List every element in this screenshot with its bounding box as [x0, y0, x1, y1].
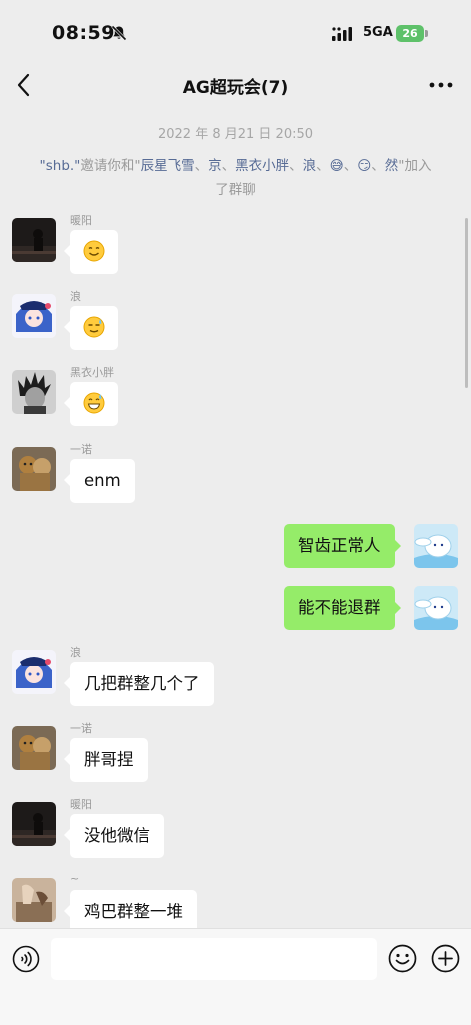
battery-level: 26	[396, 25, 424, 42]
invitee-name[interactable]: 浪	[303, 158, 317, 174]
avatar[interactable]	[414, 586, 458, 630]
sender-name: 黑衣小胖	[70, 366, 114, 379]
invitee-list: 辰星飞雪、京、黑衣小胖、浪、😅、😏、然	[141, 158, 399, 174]
avatar[interactable]	[12, 370, 56, 414]
chat-title: AG超玩会(7)	[182, 78, 289, 98]
sender-name: 暖阳	[70, 798, 92, 811]
smiling-face-emoji	[83, 240, 105, 262]
message-input[interactable]	[51, 938, 377, 980]
battery-indicator: 26	[396, 25, 430, 42]
voice-icon[interactable]	[12, 945, 40, 973]
invite-text: 邀请你和"	[80, 158, 141, 174]
avatar[interactable]	[12, 878, 56, 922]
message-bubble[interactable]	[64, 382, 118, 426]
message-bubble[interactable]: 胖哥捏	[64, 738, 148, 782]
sender-name: 一诺	[70, 443, 92, 456]
message-bubble[interactable]	[64, 230, 118, 274]
input-bar	[0, 928, 471, 1025]
avatar[interactable]	[12, 802, 56, 846]
sender-name: 一诺	[70, 722, 92, 735]
sender-name: 浪	[70, 290, 81, 303]
avatar[interactable]	[12, 294, 56, 338]
invitee-name[interactable]: 辰星飞雪	[141, 158, 195, 174]
message-bubble[interactable]: 能不能退群	[284, 586, 400, 630]
invitee-name[interactable]: 京	[208, 158, 222, 174]
status-bar: 08:59 5GA 26	[0, 0, 471, 64]
invitee-separator: 、	[221, 158, 236, 174]
invitee-separator: 、	[289, 158, 303, 174]
sender-name: 浪	[70, 646, 81, 659]
invitee-separator: 、	[316, 158, 330, 174]
message-bubble[interactable]: 智齿正常人	[284, 524, 400, 568]
plus-circle-icon[interactable]	[431, 944, 460, 973]
ellipsis-icon[interactable]	[428, 80, 454, 90]
inviter-name[interactable]: "shb."	[40, 158, 81, 174]
message-bubble[interactable]: 鸡巴群整一堆	[64, 890, 197, 928]
invitee-name[interactable]: 黑衣小胖	[235, 158, 289, 174]
status-time: 08:59	[52, 22, 115, 44]
message-bubble[interactable]	[64, 306, 118, 350]
chat-header: AG超玩会(7)	[0, 64, 471, 106]
network-type: 5GA	[363, 25, 393, 40]
message-bubble[interactable]: 没他微信	[64, 814, 164, 858]
bell-off-icon	[111, 25, 127, 41]
message-timestamp: 2022 年 8 月21 日 20:50	[157, 127, 314, 142]
invitee-name[interactable]: 😏	[357, 158, 371, 174]
sender-name: 暖阳	[70, 214, 92, 227]
sender-name: ~	[70, 872, 80, 885]
invitee-name[interactable]: 然	[385, 158, 399, 174]
invitee-separator: 、	[371, 158, 385, 174]
chat-message-list[interactable]: 2022 年 8 月21 日 20:50 "shb."邀请你和"辰星飞雪、京、黑…	[0, 106, 471, 928]
invitee-separator: 、	[194, 158, 209, 174]
avatar[interactable]	[12, 218, 56, 262]
invitee-name[interactable]: 😅	[330, 158, 344, 174]
signal-icon	[332, 27, 352, 41]
chat-scrollbar[interactable]	[465, 218, 468, 388]
smiley-icon[interactable]	[388, 944, 417, 973]
avatar[interactable]	[12, 447, 56, 491]
system-join-notice: "shb."邀请你和"辰星飞雪、京、黑衣小胖、浪、😅、😏、然"加入了群聊	[34, 154, 437, 202]
grinning-sweat-face-emoji	[83, 392, 105, 414]
battery-tip	[425, 30, 428, 37]
avatar[interactable]	[12, 650, 56, 694]
invitee-separator: 、	[343, 158, 358, 174]
message-bubble[interactable]: 几把群整几个了	[64, 662, 214, 706]
avatar[interactable]	[414, 524, 458, 568]
message-bubble[interactable]: enm	[64, 459, 135, 503]
avatar[interactable]	[12, 726, 56, 770]
sweat-smile-face-emoji	[83, 316, 105, 338]
